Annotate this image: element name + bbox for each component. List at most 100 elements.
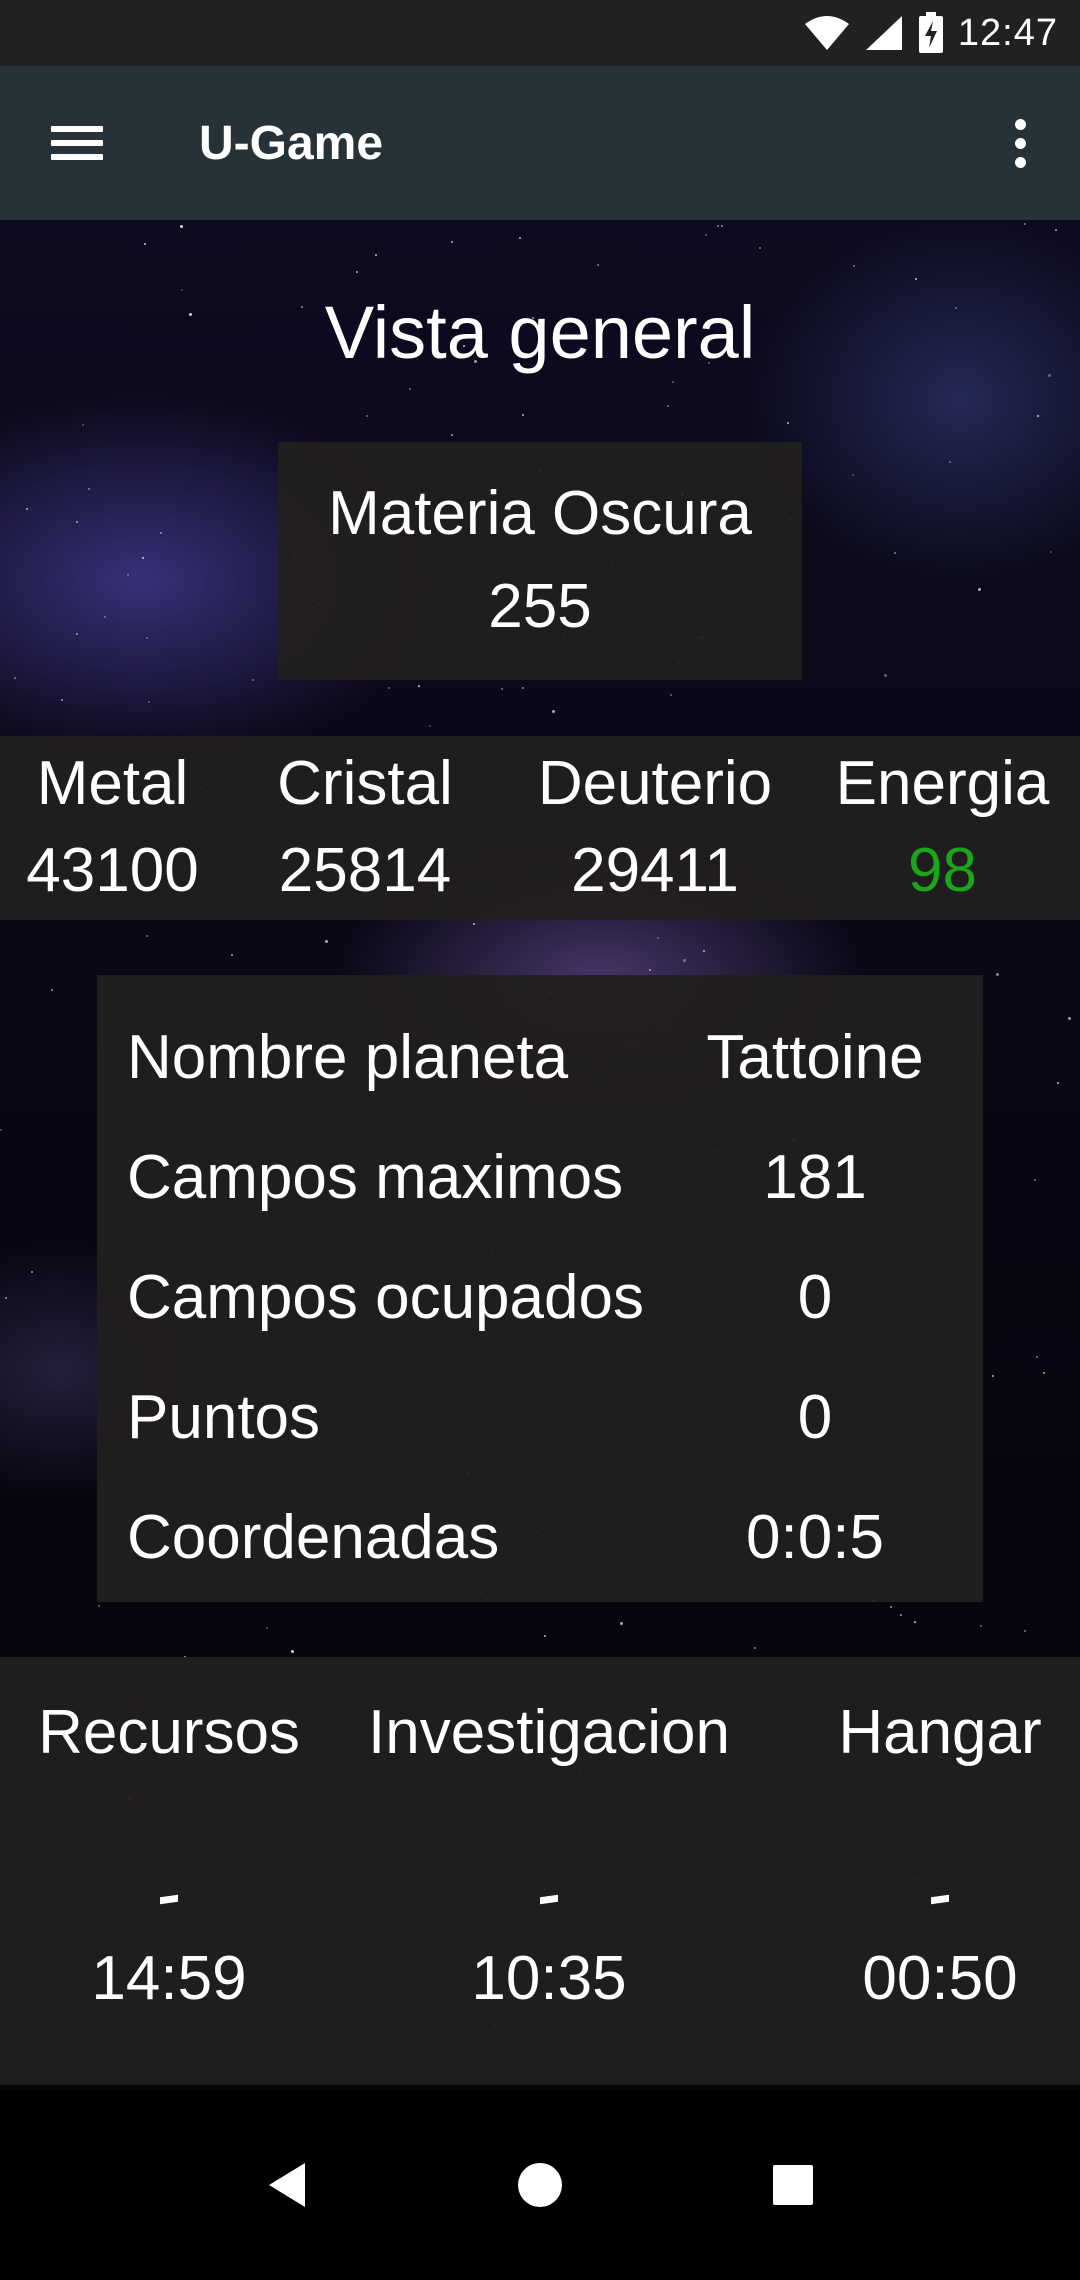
resource-name: Energia	[835, 749, 1050, 819]
star	[26, 508, 28, 510]
star	[291, 1650, 294, 1653]
star	[992, 1375, 994, 1377]
resource-name: Metal	[36, 749, 189, 819]
star	[894, 552, 896, 554]
star	[5, 1297, 7, 1299]
star	[552, 710, 555, 713]
build-queues-panel: Recursos 14:59 Investigacion 10:35 Hanga…	[0, 1657, 1080, 2085]
star	[127, 574, 129, 576]
star	[914, 1621, 916, 1623]
recents-button[interactable]	[753, 2145, 833, 2225]
star	[231, 954, 233, 956]
star	[1034, 1179, 1036, 1181]
queue-timer: 14:59	[91, 1944, 247, 2013]
star	[98, 1605, 100, 1607]
status-time: 12:47	[957, 11, 1058, 54]
dark-matter-value: 255	[488, 572, 592, 641]
resource-name: Cristal	[277, 749, 453, 819]
resource-amount: 43100	[26, 836, 199, 905]
star	[522, 687, 524, 689]
star	[473, 923, 475, 925]
home-button[interactable]	[500, 2145, 580, 2225]
planet-row-name: Nombre planeta Tattoine	[97, 997, 983, 1117]
star	[429, 725, 431, 727]
star	[160, 532, 162, 534]
star	[76, 633, 78, 635]
planet-value: 0	[797, 1382, 833, 1452]
resource-amount-energia: 98	[908, 836, 977, 905]
queue-recursos[interactable]: Recursos 14:59	[24, 1657, 314, 2085]
planet-info-panel: Nombre planeta Tattoine Campos maximos 1…	[97, 975, 983, 1602]
star	[146, 637, 148, 639]
app-bar: U-Game	[0, 66, 1080, 220]
planet-value: 0	[797, 1262, 833, 1332]
star	[375, 254, 377, 256]
resource-amount: 29411	[571, 836, 739, 905]
star	[146, 935, 148, 937]
star	[266, 1627, 268, 1629]
star	[670, 694, 672, 696]
planet-row-used-fields: Campos ocupados 0	[97, 1237, 983, 1357]
queue-status	[931, 1894, 949, 1905]
star	[88, 488, 90, 490]
system-nav-bar	[0, 2090, 1080, 2280]
resource-amount: 25814	[278, 836, 452, 905]
star	[852, 474, 854, 476]
resources-bar: Metal 43100 Cristal 25814 Deuterio 29411…	[0, 736, 1080, 920]
star	[451, 241, 453, 243]
star	[82, 424, 84, 426]
more-options-button[interactable]	[970, 66, 1070, 220]
queue-investigacion[interactable]: Investigacion 10:35	[364, 1657, 734, 2085]
resource-energia: Energia 98	[805, 741, 1080, 915]
star	[144, 243, 146, 245]
planet-row-coordinates: Coordenadas 0:0:5	[97, 1477, 983, 1597]
star	[142, 557, 144, 559]
star	[1043, 1372, 1045, 1374]
battery-charging-icon	[918, 12, 943, 53]
recents-icon	[773, 2165, 814, 2205]
star	[705, 234, 707, 236]
queue-hangar[interactable]: Hangar 00:50	[820, 1657, 1060, 2085]
star	[672, 381, 674, 383]
home-icon	[517, 2163, 562, 2207]
star	[787, 422, 789, 424]
star	[597, 264, 599, 266]
resource-metal: Metal 43100	[0, 741, 225, 915]
planet-label: Campos maximos	[127, 1142, 624, 1212]
app-title: U-Game	[199, 116, 384, 170]
queue-status	[160, 1894, 178, 1905]
star	[900, 1614, 902, 1616]
star	[76, 521, 78, 523]
star	[980, 1625, 982, 1627]
star	[649, 969, 651, 971]
queue-status	[540, 1894, 558, 1905]
star	[1068, 1017, 1071, 1020]
back-button[interactable]	[247, 2145, 327, 2225]
star	[667, 405, 669, 407]
star	[1037, 415, 1039, 417]
resource-cristal: Cristal 25814	[225, 741, 505, 915]
planet-label: Campos ocupados	[127, 1262, 644, 1332]
queue-timer: 10:35	[471, 1944, 627, 2013]
star	[890, 1606, 892, 1608]
star	[501, 688, 503, 690]
star	[884, 674, 887, 677]
star	[104, 616, 106, 618]
queue-name: Hangar	[838, 1698, 1042, 1767]
planet-value: 181	[763, 1142, 867, 1212]
star	[418, 685, 420, 687]
star	[1024, 1630, 1026, 1632]
menu-button[interactable]	[0, 66, 154, 220]
star	[759, 247, 761, 249]
star	[721, 225, 723, 227]
star	[61, 699, 63, 701]
star	[325, 940, 328, 943]
star	[451, 434, 453, 436]
star	[14, 677, 16, 679]
back-icon	[268, 2163, 305, 2207]
queue-timer: 00:50	[862, 1944, 1018, 2013]
page-title: Vista general	[324, 291, 756, 374]
signal-icon	[865, 16, 902, 50]
planet-label: Nombre planeta	[127, 1022, 569, 1092]
star	[366, 415, 368, 417]
